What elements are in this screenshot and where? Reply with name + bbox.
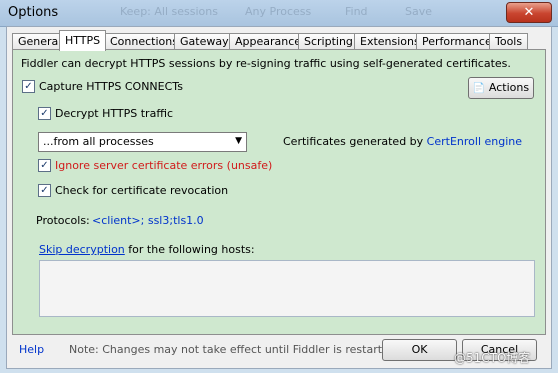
cert-generator-prefix: Certificates generated by bbox=[283, 135, 424, 148]
tab-appearance[interactable]: Appearance bbox=[229, 33, 308, 50]
check-revocation-label: Check for certificate revocation bbox=[55, 184, 229, 197]
watermark: @51CTO博客 bbox=[454, 351, 531, 365]
capture-https-checkbox[interactable]: ✓ bbox=[22, 80, 35, 93]
tab-scripting[interactable]: Scripting bbox=[298, 33, 359, 50]
cert-generator-text: Certificates generated by CertEnroll eng… bbox=[283, 135, 522, 148]
ignore-cert-errors-label: Ignore server certificate errors (unsafe… bbox=[55, 159, 273, 172]
certificate-icon: 📄 bbox=[472, 83, 486, 94]
tab-performance[interactable]: Performance bbox=[416, 33, 498, 50]
protocols-label: Protocols: bbox=[36, 214, 90, 227]
ghost-save: Save bbox=[405, 5, 433, 18]
process-filter-select[interactable]: ...from all processes ▼ bbox=[38, 132, 247, 152]
dropdown-arrow-icon: ▼ bbox=[235, 136, 242, 146]
tab-extensions[interactable]: Extensions bbox=[354, 33, 426, 50]
skip-decryption-text: Skip decryption for the following hosts: bbox=[39, 243, 255, 256]
tab-gateway[interactable]: Gateway bbox=[174, 33, 235, 50]
ghost-process: Any Process bbox=[245, 5, 312, 18]
decrypt-https-label: Decrypt HTTPS traffic bbox=[55, 107, 173, 120]
actions-button[interactable]: 📄 Actions bbox=[468, 77, 534, 99]
tab-https[interactable]: HTTPS bbox=[59, 30, 107, 51]
skip-hosts-textarea[interactable] bbox=[39, 260, 535, 317]
certenroll-link[interactable]: CertEnroll engine bbox=[427, 135, 522, 148]
tab-connections[interactable]: Connections bbox=[104, 33, 184, 50]
close-icon: ✕ bbox=[523, 5, 535, 20]
window-title: Options bbox=[8, 5, 59, 20]
decrypt-https-checkbox[interactable]: ✓ bbox=[38, 107, 51, 120]
protocols-link[interactable]: <client>; ssl3;tls1.0 bbox=[92, 214, 204, 227]
ok-button[interactable]: OK bbox=[382, 339, 457, 361]
https-description: Fiddler can decrypt HTTPS sessions by re… bbox=[21, 57, 511, 70]
help-link[interactable]: Help bbox=[19, 343, 44, 356]
https-panel: Fiddler can decrypt HTTPS sessions by re… bbox=[12, 49, 546, 335]
restart-note: Note: Changes may not take effect until … bbox=[69, 343, 400, 356]
check-revocation-checkbox[interactable]: ✓ bbox=[38, 184, 51, 197]
options-dialog: General HTTPS Connections Gateway Appear… bbox=[6, 26, 552, 369]
skip-decryption-link[interactable]: Skip decryption bbox=[39, 243, 125, 256]
capture-https-label: Capture HTTPS CONNECTs bbox=[39, 80, 183, 93]
actions-label: Actions bbox=[488, 81, 530, 94]
skip-decryption-suffix: for the following hosts: bbox=[128, 243, 255, 256]
close-button[interactable]: ✕ bbox=[506, 2, 552, 23]
process-filter-value: ...from all processes bbox=[43, 135, 154, 148]
ghost-keep: Keep: All sessions bbox=[120, 5, 218, 18]
ignore-cert-errors-checkbox[interactable]: ✓ bbox=[38, 159, 51, 172]
ghost-find: Find bbox=[345, 5, 368, 18]
tab-tools[interactable]: Tools bbox=[489, 33, 529, 50]
title-bar: Options Keep: All sessions Any Process F… bbox=[0, 0, 558, 27]
